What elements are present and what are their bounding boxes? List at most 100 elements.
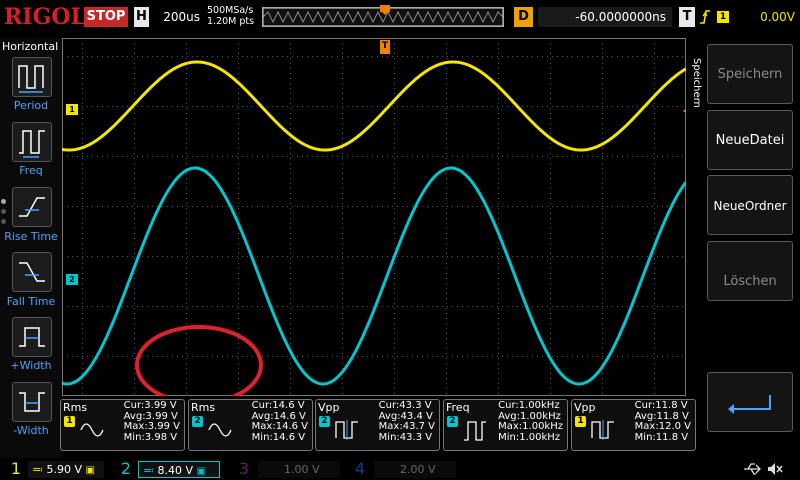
measurement-max: Max:1.00kHz — [498, 421, 563, 432]
measurement-current: Cur:3.99 V — [123, 400, 177, 411]
brand-logo: RIGOL — [4, 4, 86, 30]
usb-icon — [744, 463, 761, 475]
negative-width-label: -Width — [13, 424, 49, 437]
measurement-item[interactable]: Rms 1 Cur:3.99 V Avg:3.99 V Max:3.99 V Min:3.… — [60, 399, 185, 451]
menu-page-dot — [1, 199, 6, 204]
channel-1-offset-marker[interactable]: 1 — [66, 104, 78, 115]
timebase-value[interactable]: 200us — [152, 7, 200, 27]
channel-3-number[interactable]: 3 — [232, 458, 256, 480]
channel-1-number[interactable]: 1 — [4, 458, 28, 480]
channel-3-scale: 1.00 V — [284, 463, 320, 476]
measurement-values: Cur:3.99 V Avg:3.99 V Max:3.99 V Min:3.98 V — [123, 400, 180, 443]
period-label: Period — [13, 99, 49, 112]
channel-3-scale-box[interactable]: 1.00 V — [258, 461, 340, 478]
measurement-type-icon — [80, 423, 104, 437]
measurement-values: Cur:11.8 V Avg:11.8 V Max:12.0 V Min:11.8 V — [634, 400, 691, 443]
measurement-source-badge: 2 — [447, 416, 458, 427]
channel-1-scale: 5.90 V — [46, 463, 83, 476]
trigger-source-badge: 1 — [717, 11, 729, 23]
measurement-item[interactable]: Rms 2 Cur:14.6 V Avg:14.6 V Max:14.6 V Min:14… — [188, 399, 313, 451]
memory-depth: 1.20M pts — [207, 16, 255, 27]
measurement-source-badge: 2 — [192, 416, 203, 427]
measurement-type: Rms — [63, 401, 88, 414]
measurement-type-icon — [591, 420, 614, 440]
rise-time-label: Rise Time — [4, 230, 58, 243]
rise-time-icon — [19, 197, 45, 217]
channel-2-waveform — [62, 166, 686, 386]
trigger-level-value[interactable]: 0.00V — [735, 7, 795, 27]
measurement-type: Rms — [191, 401, 216, 414]
channel-2-scale: 8.40 V — [157, 464, 194, 477]
save-menu-title: Speichern — [691, 58, 702, 108]
freq-icon — [19, 130, 45, 158]
measurement-source-badge: 1 — [575, 416, 586, 427]
bandwidth-limit-icon: ▣ — [196, 466, 206, 477]
positive-width-icon — [19, 327, 45, 347]
measurement-min: Min:43.3 V — [378, 431, 433, 443]
speichern-label: Speichern — [717, 67, 783, 82]
measurement-item[interactable]: Vpp 2 Cur:43.3 V Avg:43.4 V Max:43.7 V Min:43… — [315, 399, 440, 451]
speichern-button[interactable]: Speichern — [707, 44, 793, 104]
highlight-circle — [135, 325, 263, 396]
measurement-type-icon — [208, 423, 232, 437]
neue-datei-label: NeueDatei — [715, 133, 785, 148]
channel-1-scale-box[interactable]: ≕ 5.90 V ▣ — [28, 461, 104, 478]
measurement-item[interactable]: Vpp 1 Cur:11.8 V Avg:11.8 V Max:12.0 V Min:11… — [571, 399, 696, 451]
menu-page-dot — [1, 209, 6, 214]
fall-time-icon — [19, 262, 45, 282]
rise-time-button[interactable] — [12, 187, 52, 227]
rising-edge-icon — [700, 10, 710, 24]
measurement-source-badge: 1 — [64, 416, 75, 427]
run-stop-status[interactable]: STOP — [84, 7, 128, 27]
channel-2-number[interactable]: 2 — [114, 458, 138, 480]
trigger-position-marker-icon — [380, 5, 390, 15]
measurement-min: Min:11.8 V — [634, 431, 689, 443]
neue-ordner-button[interactable]: NeueOrdner — [707, 175, 793, 235]
measurement-max: Max:14.6 V — [251, 421, 308, 432]
measurement-type: Freq — [446, 401, 470, 414]
speaker-muted-icon — [768, 463, 783, 475]
measurement-current: Cur:43.3 V — [378, 400, 432, 411]
loeschen-label: Löschen — [723, 274, 777, 289]
measurement-current: Cur:14.6 V — [251, 400, 305, 411]
channel-2-offset-marker[interactable]: 2 — [66, 274, 78, 285]
measurement-values: Cur:1.00kHz Avg:1.00kHz Max:1.00kHz Min:1.0… — [498, 400, 563, 443]
measurement-min: Min:1.00kHz — [498, 431, 561, 443]
dc-coupling-icon: ≕ — [143, 464, 154, 477]
measurement-item[interactable]: Freq 2 Cur:1.00kHz Avg:1.00kHz Max:1.00kHz Mi… — [443, 399, 568, 451]
trigger-delay-value[interactable]: -60.0000000ns — [538, 7, 672, 27]
period-button[interactable] — [12, 57, 52, 97]
measurement-current: Cur:1.00kHz — [498, 400, 560, 411]
measurement-values: Cur:43.3 V Avg:43.4 V Max:43.7 V Min:43.3 V — [378, 400, 435, 443]
fall-time-button[interactable] — [12, 252, 52, 292]
loeschen-button[interactable]: Löschen — [707, 241, 793, 301]
channel-4-scale: 2.00 V — [400, 463, 436, 476]
waveform-display[interactable] — [62, 38, 686, 396]
measurement-min: Min:3.98 V — [123, 431, 178, 443]
freq-button[interactable] — [12, 122, 52, 162]
sample-rate: 500MSa/s — [207, 5, 254, 16]
return-arrow-icon — [728, 395, 771, 414]
channel-4-number[interactable]: 4 — [348, 458, 372, 480]
return-button[interactable] — [707, 372, 793, 432]
measurement-max: Max:12.0 V — [634, 421, 691, 432]
trigger-label: T — [679, 7, 695, 27]
neue-datei-button[interactable]: NeueDatei — [707, 110, 793, 170]
delay-label: D — [514, 7, 533, 27]
menu-page-dot — [1, 219, 6, 224]
measurement-current: Cur:11.8 V — [634, 400, 688, 411]
measure-menu-title: Horizontal — [2, 40, 59, 53]
negative-width-icon — [19, 392, 45, 412]
measurement-type-icon — [464, 421, 486, 441]
negative-width-button[interactable] — [12, 382, 52, 422]
fall-time-label: Fall Time — [6, 295, 56, 308]
channel-2-scale-box[interactable]: ≕ 8.40 V ▣ — [138, 461, 220, 478]
measurement-min: Min:14.6 V — [251, 431, 306, 443]
dc-coupling-icon: ≕ — [32, 463, 43, 476]
measurement-type: Vpp — [318, 401, 340, 414]
positive-width-button[interactable] — [12, 317, 52, 357]
measurement-max: Max:43.7 V — [378, 421, 435, 432]
channel-4-scale-box[interactable]: 2.00 V — [374, 461, 456, 478]
measurement-source-badge: 2 — [319, 416, 330, 427]
trigger-marker[interactable]: T — [380, 40, 390, 54]
